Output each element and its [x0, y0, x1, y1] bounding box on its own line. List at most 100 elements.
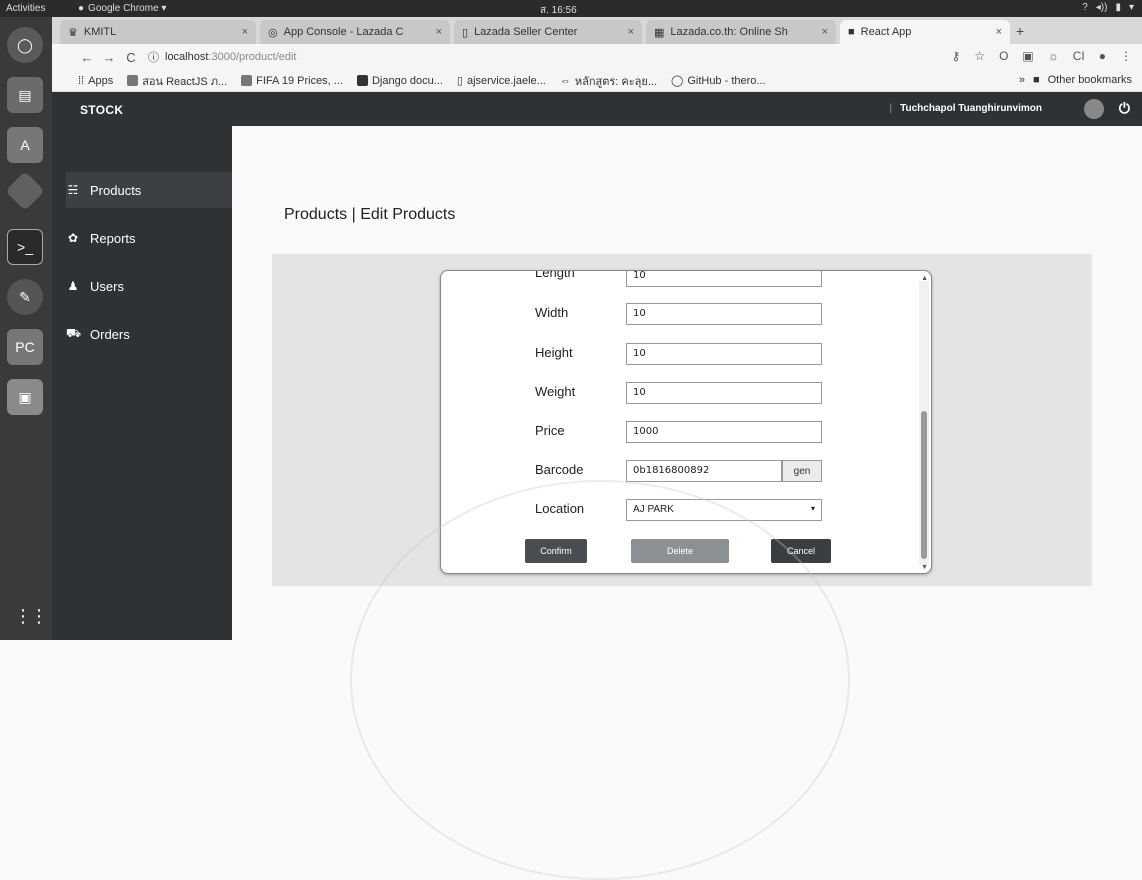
- products-icon: ☵: [67, 183, 79, 197]
- app-brand[interactable]: STOCK: [80, 103, 123, 117]
- new-tab-button[interactable]: +: [1016, 23, 1024, 39]
- tab-app-console[interactable]: ◎ App Console - Lazada C ×: [260, 20, 450, 44]
- app-sidebar: ☵ Products ✿ Reports ♟ Users ⛟ Orders: [52, 126, 232, 640]
- url-path: :3000/product/edit: [208, 51, 297, 63]
- extension-icon[interactable]: ☼: [1048, 49, 1059, 63]
- bookmark-django[interactable]: Django docu...: [356, 75, 443, 87]
- back-icon[interactable]: ←: [76, 50, 98, 65]
- users-icon: ♟: [67, 279, 79, 293]
- terminal-icon[interactable]: >_: [7, 229, 43, 265]
- barcode-field[interactable]: 0b1816800892: [626, 460, 782, 482]
- bookmarks-bar: ⁞⁞ Apps สอน ReactJS ภ... FIFA 19 Prices, …: [52, 70, 1142, 92]
- os-topbar: Activities ● Google Chrome ▾ ส. 16:56 ? ◂…: [0, 0, 1142, 17]
- activities-button[interactable]: Activities: [0, 3, 78, 14]
- tab-seller-center[interactable]: ▯ Lazada Seller Center ×: [454, 20, 642, 44]
- watermark: [350, 480, 850, 880]
- height-field[interactable]: 10: [626, 343, 822, 365]
- tab-react-app[interactable]: ■ React App ×: [840, 20, 1010, 44]
- bookmark-apps[interactable]: ⁞⁞ Apps: [78, 75, 113, 87]
- link-icon: ⇔: [559, 74, 571, 87]
- system-tray[interactable]: ? ◂)) ▮ ▾: [1082, 2, 1134, 13]
- length-label: Length: [535, 270, 575, 280]
- generate-barcode-button[interactable]: gen: [782, 460, 822, 482]
- more-icon[interactable]: ⋮: [1120, 49, 1132, 63]
- volume-icon: ◂)): [1095, 2, 1108, 13]
- close-icon[interactable]: ×: [242, 26, 248, 38]
- fifa-icon: [241, 75, 253, 86]
- tab-lazada-online[interactable]: ▦ Lazada.co.th: Online Sh ×: [646, 20, 836, 44]
- key-icon[interactable]: ⚷: [952, 49, 961, 63]
- barcode-label: Barcode: [535, 462, 584, 477]
- url-field[interactable]: ⓘ localhost:3000/product/edit: [148, 49, 297, 65]
- reports-icon: ✿: [67, 231, 79, 245]
- tab-strip: ♛ KMITL × ◎ App Console - Lazada C × ▯ Lazada…: [52, 17, 1142, 44]
- cart-icon: ⛟: [66, 326, 82, 340]
- close-icon[interactable]: ×: [436, 26, 442, 38]
- page-icon: ▯: [456, 75, 463, 87]
- toolbar-icons: ⚷ ☆ O ▣ ☼ CI ● ⋮: [952, 49, 1133, 63]
- bookmark-ajservice[interactable]: ▯ ajservice.jaele...: [456, 74, 546, 88]
- forward-icon[interactable]: →: [98, 50, 120, 65]
- divider: |: [889, 103, 893, 114]
- sidebar-item-label: Reports: [90, 230, 136, 246]
- page-icon: ▯: [462, 26, 469, 39]
- avatar[interactable]: [1084, 99, 1104, 119]
- software-center-icon[interactable]: A: [7, 127, 43, 163]
- sidebar-item-products[interactable]: ☵ Products: [66, 172, 232, 208]
- extension-icon[interactable]: CI: [1073, 49, 1085, 63]
- price-label: Price: [535, 423, 565, 438]
- bookmark-github[interactable]: ◯ GitHub - thero...: [671, 74, 766, 88]
- chromium-icon[interactable]: ◯: [7, 27, 43, 63]
- scroll-down-icon[interactable]: ▼: [921, 564, 928, 571]
- apps-icon: ⁞⁞: [78, 74, 85, 87]
- app-menu[interactable]: ● Google Chrome ▾: [78, 3, 166, 14]
- avatar[interactable]: ●: [1099, 49, 1106, 63]
- files-manager-icon[interactable]: ▤: [7, 77, 43, 113]
- other-bookmarks[interactable]: » ■ Other bookmarks: [1019, 74, 1132, 86]
- chrome-icon: ●: [78, 3, 85, 14]
- chevron-right-icon: »: [1018, 74, 1025, 86]
- tab-label: React App: [860, 26, 912, 38]
- reload-icon[interactable]: C: [120, 50, 142, 65]
- bookmark-course[interactable]: ⇔ หลักสูตร: คะลุย...: [560, 72, 657, 90]
- bookmark-react[interactable]: สอน ReactJS ภ...: [127, 72, 227, 90]
- user-info[interactable]: | Tuchchapol Tuanghirunvimon: [890, 103, 1042, 114]
- sidebar-item-reports[interactable]: ✿ Reports: [66, 220, 232, 256]
- help-icon: ?: [1082, 2, 1088, 13]
- modal-scrollbar[interactable]: [919, 281, 929, 565]
- sidebar-item-users[interactable]: ♟ Users: [66, 268, 232, 304]
- power-icon[interactable]: ⏻: [1119, 100, 1130, 117]
- weight-label: Weight: [535, 384, 576, 399]
- width-label: Width: [535, 305, 569, 320]
- weight-field[interactable]: 10: [626, 382, 822, 404]
- bookmark-fifa[interactable]: FIFA 19 Prices, ...: [241, 75, 343, 87]
- sidebar-item-orders[interactable]: ⛟ Orders: [66, 316, 232, 352]
- star-icon[interactable]: ☆: [974, 49, 985, 63]
- django-icon: [356, 75, 368, 86]
- length-field[interactable]: 10: [626, 271, 822, 287]
- git-icon[interactable]: [5, 171, 45, 211]
- clock[interactable]: ส. 16:56: [540, 3, 577, 18]
- os-dock: ◯ ▤ A >_ ✎ PC ▣ ⋮⋮⋮: [0, 17, 64, 640]
- close-icon[interactable]: ×: [822, 26, 828, 38]
- react-icon: ■: [848, 26, 855, 38]
- tab-kmitl[interactable]: ♛ KMITL ×: [60, 20, 256, 44]
- width-field[interactable]: 10: [626, 303, 822, 325]
- folder-icon[interactable]: ▣: [7, 379, 43, 415]
- bookmark-label: ajservice.jaele...: [466, 74, 546, 87]
- pycharm-icon[interactable]: PC: [7, 329, 43, 365]
- opera-icon[interactable]: O: [999, 49, 1008, 63]
- sidebar-item-label: Users: [90, 278, 124, 294]
- address-bar: ← → C ⓘ localhost:3000/product/edit ⚷ ☆ …: [52, 44, 1142, 70]
- close-icon[interactable]: ×: [628, 26, 634, 38]
- price-field[interactable]: 1000: [626, 421, 822, 443]
- folder-icon: ■: [1032, 74, 1040, 86]
- url-host: localhost: [165, 51, 209, 63]
- scroll-up-icon[interactable]: ▲: [921, 275, 928, 282]
- extension-icon[interactable]: ▣: [1022, 49, 1033, 63]
- lazada-icon: ▦: [654, 26, 665, 39]
- scrollbar-thumb[interactable]: [921, 411, 927, 559]
- sidebar-item-label: Products: [90, 182, 142, 198]
- safari-icon[interactable]: ✎: [7, 279, 43, 315]
- close-icon[interactable]: ×: [996, 26, 1002, 38]
